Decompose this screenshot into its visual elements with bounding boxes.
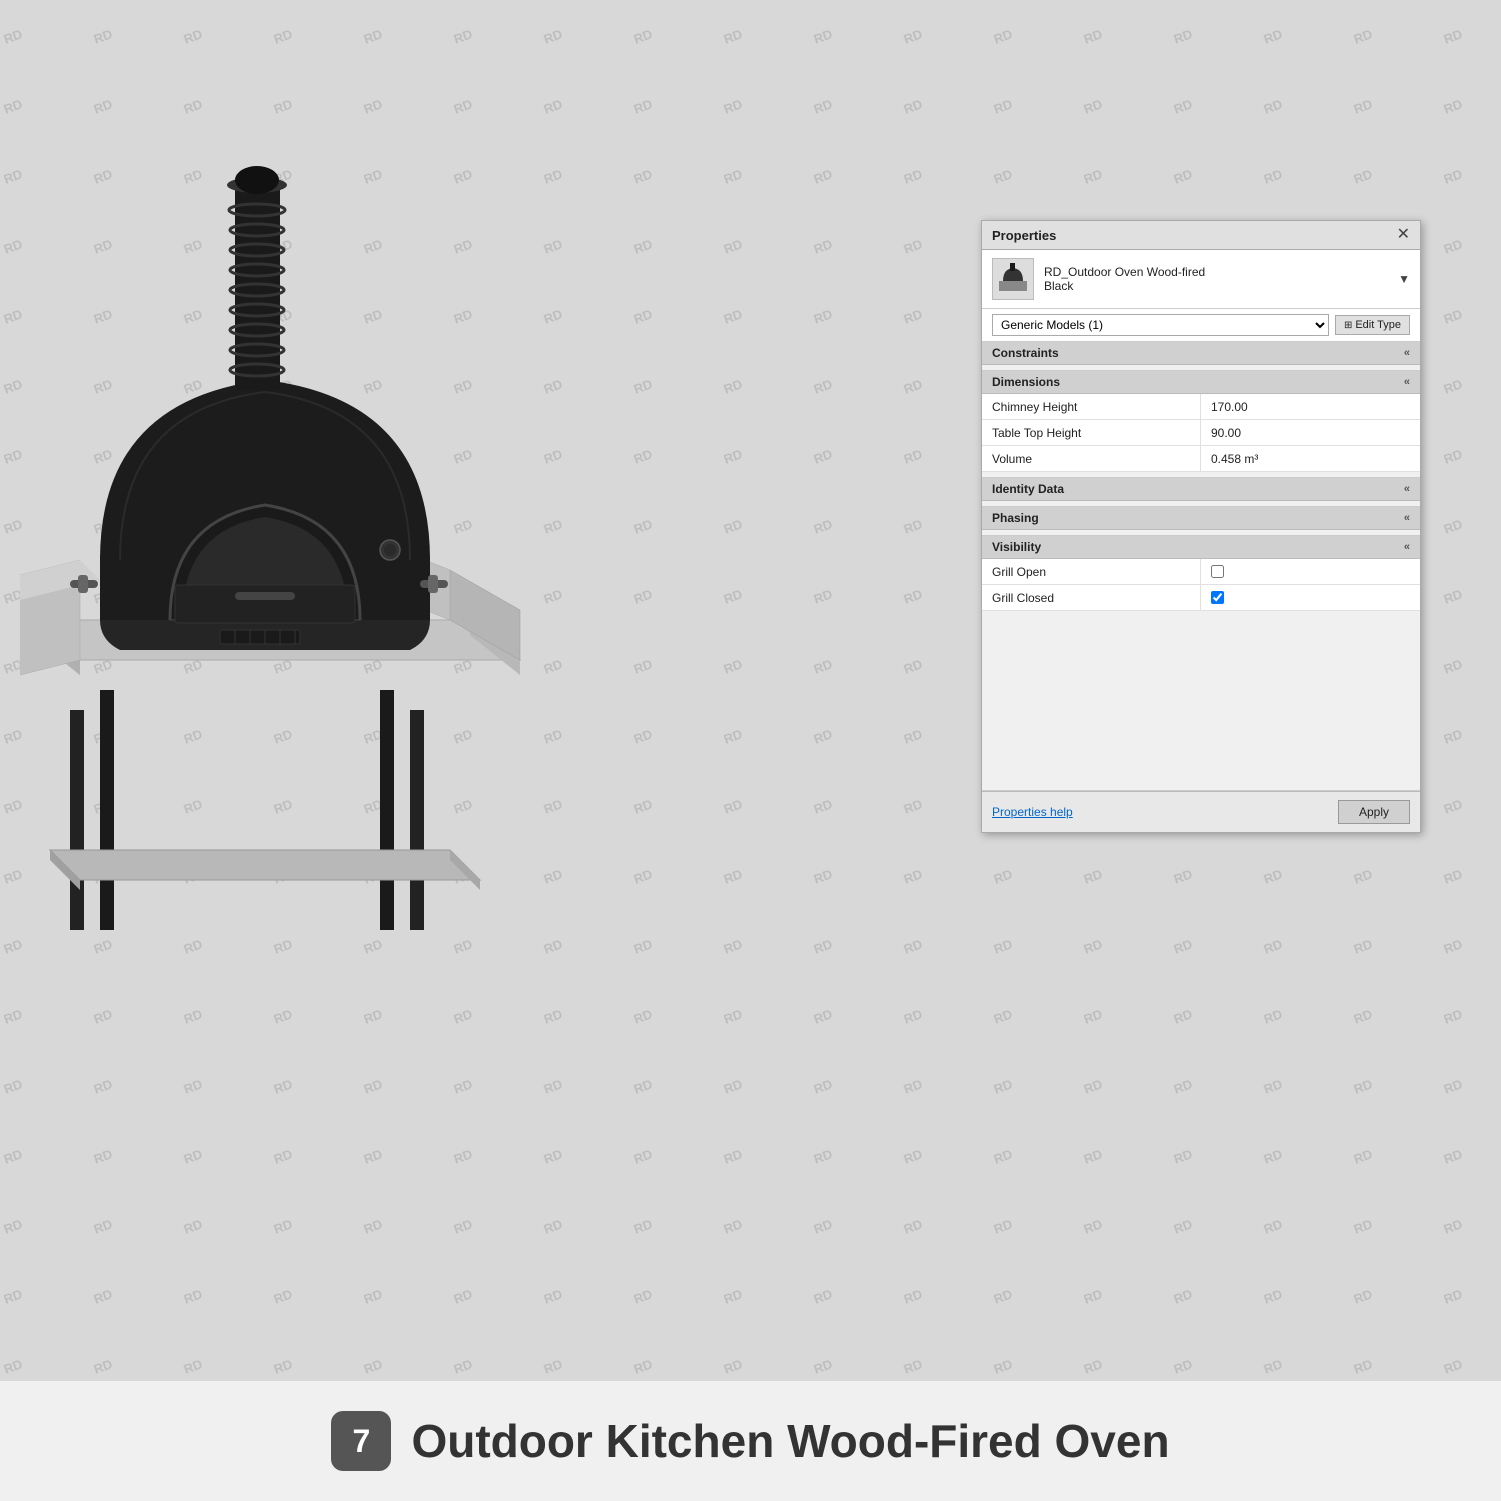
section-toggle-visibility[interactable]: « bbox=[1404, 541, 1410, 553]
section-toggle-constraints[interactable]: « bbox=[1404, 347, 1410, 359]
section-label-phasing: Phasing bbox=[992, 511, 1039, 525]
panel-title: Properties bbox=[992, 228, 1056, 243]
prop-row-grill-closed: Grill Closed bbox=[982, 585, 1420, 611]
section-toggle-identity[interactable]: « bbox=[1404, 483, 1410, 495]
grill-closed-checkbox[interactable] bbox=[1211, 591, 1224, 604]
properties-panel: Properties ✕ RD_Outdoor Oven Wood-fired … bbox=[981, 220, 1421, 833]
section-header-dimensions[interactable]: Dimensions « bbox=[982, 371, 1420, 394]
item-number: 7 bbox=[331, 1411, 391, 1471]
object-name-line2: Black bbox=[1044, 279, 1388, 293]
properties-help-link[interactable]: Properties help bbox=[992, 805, 1073, 819]
prop-value-chimney-height: 170.00 bbox=[1201, 394, 1420, 419]
bottom-bar: 7 Outdoor Kitchen Wood-Fired Oven bbox=[0, 1381, 1501, 1501]
object-dropdown-arrow[interactable]: ▼ bbox=[1398, 272, 1410, 286]
section-header-visibility[interactable]: Visibility « bbox=[982, 536, 1420, 559]
section-header-phasing[interactable]: Phasing « bbox=[982, 507, 1420, 530]
type-selector-row: Generic Models (1) ⊞ Edit Type bbox=[982, 309, 1420, 342]
edit-type-button[interactable]: ⊞ Edit Type bbox=[1335, 315, 1410, 335]
section-label-identity: Identity Data bbox=[992, 482, 1064, 496]
grill-open-checkbox[interactable] bbox=[1211, 565, 1224, 578]
prop-row-volume: Volume 0.458 m³ bbox=[982, 446, 1420, 472]
prop-label-volume: Volume bbox=[982, 446, 1201, 471]
close-icon[interactable]: ✕ bbox=[1397, 227, 1410, 243]
section-label-constraints: Constraints bbox=[992, 346, 1059, 360]
prop-row-chimney-height: Chimney Height 170.00 bbox=[982, 394, 1420, 420]
prop-label-table-top-height: Table Top Height bbox=[982, 420, 1201, 445]
section-toggle-dimensions[interactable]: « bbox=[1404, 376, 1410, 388]
section-header-identity[interactable]: Identity Data « bbox=[982, 478, 1420, 501]
prop-label-grill-open: Grill Open bbox=[982, 559, 1201, 584]
object-name-container: RD_Outdoor Oven Wood-fired Black bbox=[1044, 265, 1388, 293]
prop-value-grill-open bbox=[1201, 559, 1420, 584]
object-info-row: RD_Outdoor Oven Wood-fired Black ▼ bbox=[982, 250, 1420, 309]
oven-illustration bbox=[20, 130, 580, 950]
item-title: Outdoor Kitchen Wood-Fired Oven bbox=[411, 1414, 1169, 1468]
prop-label-grill-closed: Grill Closed bbox=[982, 585, 1201, 610]
section-label-visibility: Visibility bbox=[992, 540, 1041, 554]
type-selector-dropdown[interactable]: Generic Models (1) bbox=[992, 314, 1329, 336]
panel-titlebar: Properties ✕ bbox=[982, 221, 1420, 250]
panel-footer: Properties help Apply bbox=[982, 791, 1420, 832]
edit-type-icon: ⊞ bbox=[1344, 320, 1352, 331]
apply-button[interactable]: Apply bbox=[1338, 800, 1410, 824]
prop-row-grill-open: Grill Open bbox=[982, 559, 1420, 585]
section-spacer-visibility bbox=[982, 611, 1420, 791]
prop-value-grill-closed bbox=[1201, 585, 1420, 610]
prop-row-table-top-height: Table Top Height 90.00 bbox=[982, 420, 1420, 446]
prop-label-chimney-height: Chimney Height bbox=[982, 394, 1201, 419]
object-name-line1: RD_Outdoor Oven Wood-fired bbox=[1044, 265, 1388, 279]
prop-value-table-top-height: 90.00 bbox=[1201, 420, 1420, 445]
section-label-dimensions: Dimensions bbox=[992, 375, 1060, 389]
prop-value-volume: 0.458 m³ bbox=[1201, 446, 1420, 471]
section-header-constraints[interactable]: Constraints « bbox=[982, 342, 1420, 365]
object-thumbnail bbox=[992, 258, 1034, 300]
section-toggle-phasing[interactable]: « bbox=[1404, 512, 1410, 524]
